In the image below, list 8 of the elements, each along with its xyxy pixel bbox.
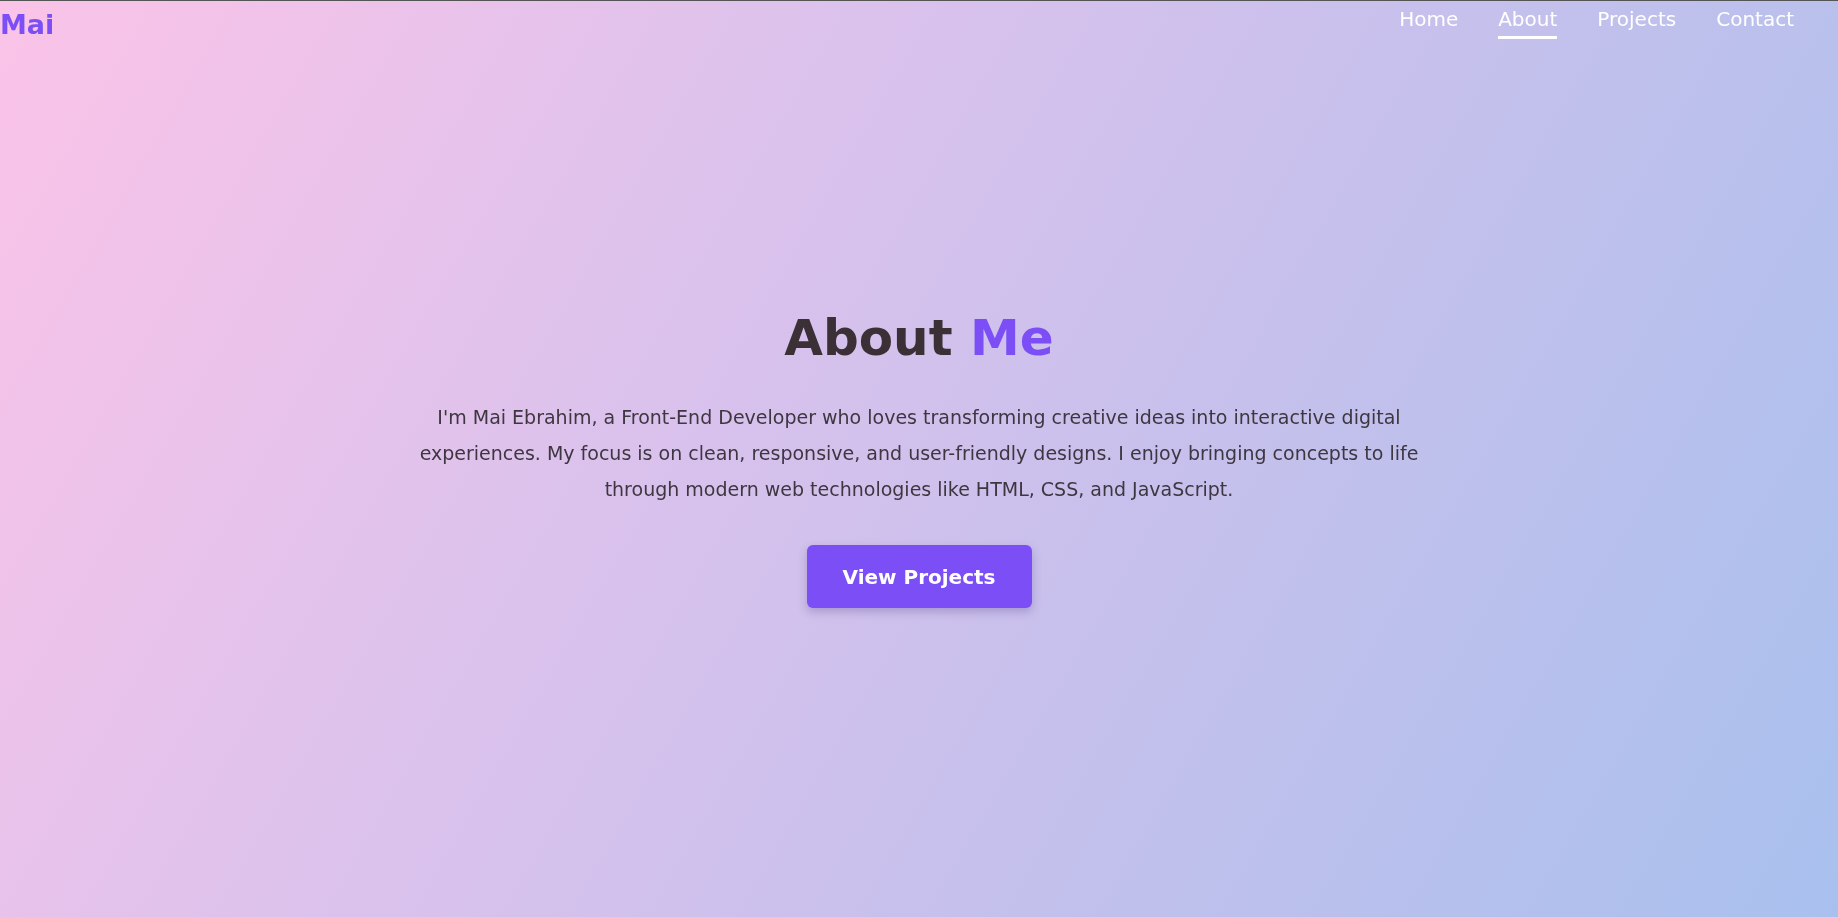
nav-link[interactable]: Contact	[1716, 6, 1794, 39]
view-projects-button[interactable]: View Projects	[806, 545, 1032, 608]
intro-paragraph: I'm Mai Ebrahim, a Front-End Developer who loves transforming creative ideas into interactive digital experiences. My focus is on clean, responsive, and user-friendly designs. I enjoy bringing concepts to life through modern web technologies like HTML, CSS, and JavaScript.	[419, 405, 1419, 502]
nav-link[interactable]: Home	[1399, 6, 1459, 39]
nav-link[interactable]: Projects	[1597, 6, 1677, 39]
page-heading: About Me	[784, 308, 1054, 369]
nav-link[interactable]: About	[1498, 6, 1558, 39]
logo-link[interactable]: Mai	[0, 8, 55, 42]
